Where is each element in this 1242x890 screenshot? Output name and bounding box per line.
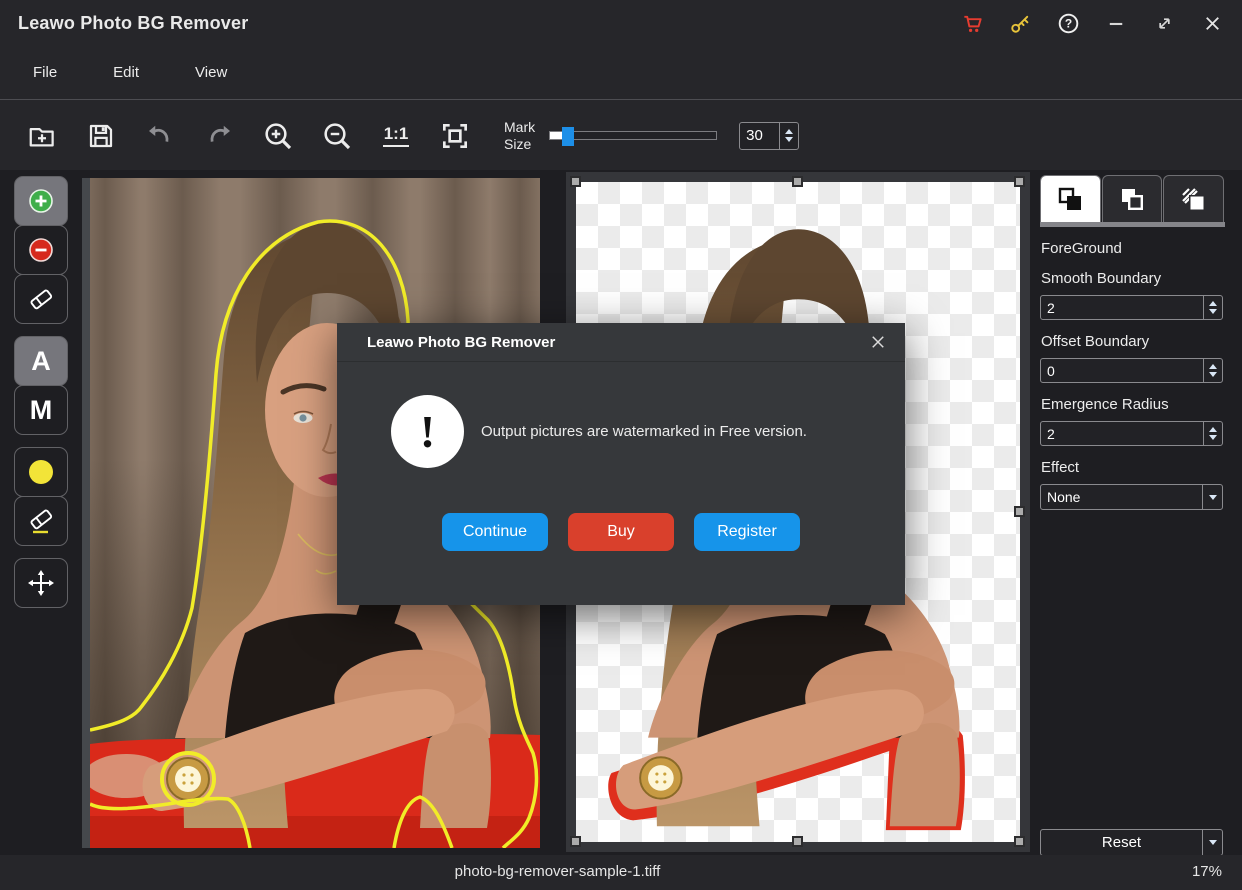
mark-size-slider[interactable] (549, 131, 717, 140)
mark-size-value[interactable] (740, 123, 779, 149)
mark-size-input[interactable] (739, 122, 799, 150)
background-icon (1119, 186, 1146, 213)
move-button[interactable] (14, 558, 68, 608)
emergence-radius-stepper[interactable] (1203, 422, 1222, 445)
minus-circle-icon (27, 236, 55, 264)
help-icon[interactable]: ? (1056, 11, 1080, 35)
maximize-icon[interactable] (1152, 11, 1176, 35)
emergence-radius-value[interactable] (1041, 422, 1203, 445)
reset-dropdown-icon[interactable] (1202, 830, 1222, 855)
yellow-eraser-icon (27, 507, 55, 535)
smooth-boundary-input[interactable] (1040, 295, 1223, 320)
effect-dropdown[interactable]: None (1040, 484, 1223, 510)
selection-handle-bottom-left[interactable] (570, 836, 581, 847)
toolbar: 1:1 Mark Size (0, 101, 1242, 170)
zoom-in-button[interactable] (262, 120, 294, 152)
smooth-boundary-stepper[interactable] (1203, 296, 1222, 319)
effect-icon (1180, 186, 1207, 213)
menu-edit[interactable]: Edit (113, 64, 139, 81)
app-title: Leawo Photo BG Remover (18, 13, 248, 34)
remove-background-button[interactable] (14, 225, 68, 275)
emergence-radius-label: Emergence Radius (1041, 396, 1225, 413)
selection-handle-bottom-center[interactable] (792, 836, 803, 847)
zoom-percentage: 17% (1192, 855, 1222, 889)
save-button[interactable] (85, 120, 117, 152)
effect-label: Effect (1041, 459, 1225, 476)
open-filename: photo-bg-remover-sample-1.tiff (0, 855, 1115, 889)
offset-boundary-value[interactable] (1041, 359, 1203, 382)
slider-thumb[interactable] (562, 127, 574, 146)
dialog-message: Output pictures are watermarked in Free … (481, 395, 881, 468)
layer-tabs (1040, 175, 1225, 222)
reset-button[interactable]: Reset (1040, 829, 1223, 856)
redo-button[interactable] (203, 120, 235, 152)
continue-button[interactable]: Continue (442, 513, 548, 551)
dialog-title: Leawo Photo BG Remover (337, 334, 555, 351)
titlebar: Leawo Photo BG Remover ? (0, 0, 1242, 46)
dialog-close-icon[interactable] (867, 331, 889, 353)
move-icon (27, 569, 55, 597)
selection-handle-top-right[interactable] (1014, 176, 1025, 187)
mark-size-stepper[interactable] (779, 123, 798, 149)
exclamation-icon: ! (391, 395, 464, 468)
register-button[interactable]: Register (694, 513, 800, 551)
minimize-icon[interactable] (1104, 11, 1128, 35)
foreground-tab[interactable] (1040, 175, 1101, 222)
selection-handle-top-center[interactable] (792, 176, 803, 187)
eraser-icon (27, 285, 55, 313)
app-window: Leawo Photo BG Remover ? File Edit (0, 0, 1242, 890)
offset-boundary-stepper[interactable] (1203, 359, 1222, 382)
side-toolbar: A M (14, 176, 70, 620)
smooth-boundary-value[interactable] (1041, 296, 1203, 319)
emergence-radius-input[interactable] (1040, 421, 1223, 446)
menu-file[interactable]: File (33, 64, 57, 81)
buy-button[interactable]: Buy (568, 513, 674, 551)
mark-size-label: Mark Size (504, 119, 535, 153)
auto-mark-button[interactable]: A (14, 336, 68, 386)
adjustment-panel: ForeGround Smooth Boundary Offset Bounda… (1040, 175, 1225, 510)
yellow-eraser-button[interactable] (14, 496, 68, 546)
watermark-dialog: Leawo Photo BG Remover ! Output pictures… (337, 323, 905, 605)
section-label: ForeGround (1041, 240, 1225, 257)
offset-boundary-input[interactable] (1040, 358, 1223, 383)
plus-circle-icon (27, 187, 55, 215)
effect-tab[interactable] (1163, 175, 1224, 222)
background-tab[interactable] (1102, 175, 1163, 222)
yellow-brush-button[interactable] (14, 447, 68, 497)
manual-mark-button[interactable]: M (14, 385, 68, 435)
close-icon[interactable] (1200, 11, 1224, 35)
new-file-button[interactable] (26, 120, 58, 152)
statusbar: photo-bg-remover-sample-1.tiff 17% (0, 855, 1242, 890)
selection-handle-top-left[interactable] (570, 176, 581, 187)
add-foreground-button[interactable] (14, 176, 68, 226)
menubar: File Edit View (0, 46, 1242, 100)
selection-handle-mid-right[interactable] (1014, 506, 1025, 517)
foreground-icon (1057, 186, 1084, 213)
svg-text:?: ? (1064, 16, 1071, 30)
tab-underline (1040, 222, 1225, 227)
menu-view[interactable]: View (195, 64, 227, 81)
fit-screen-button[interactable] (439, 120, 471, 152)
cart-icon[interactable] (960, 11, 984, 35)
zoom-out-button[interactable] (321, 120, 353, 152)
eraser-button[interactable] (14, 274, 68, 324)
selection-handle-bottom-right[interactable] (1014, 836, 1025, 847)
smooth-boundary-label: Smooth Boundary (1041, 270, 1225, 287)
yellow-circle-icon (27, 458, 55, 486)
dialog-header: Leawo Photo BG Remover (337, 323, 905, 362)
offset-boundary-label: Offset Boundary (1041, 333, 1225, 350)
chevron-down-icon[interactable] (1202, 485, 1222, 509)
panel-scrollbar[interactable] (82, 178, 90, 848)
effect-value: None (1041, 489, 1202, 505)
actual-size-button[interactable]: 1:1 (380, 120, 412, 152)
undo-button[interactable] (144, 120, 176, 152)
key-icon[interactable] (1008, 11, 1032, 35)
